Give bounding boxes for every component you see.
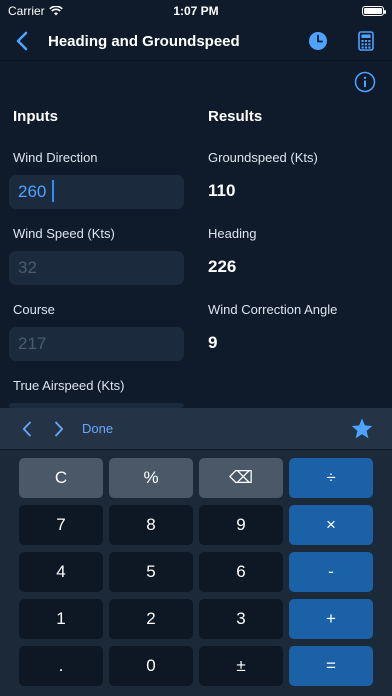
keyboard-toolbar: Done [0, 408, 392, 450]
calculator-keyboard: Done C % ⌫ ÷ 7 8 9 × 4 5 6 - 1 2 3 + . 0… [0, 408, 392, 696]
heading-value: 226 [208, 257, 237, 276]
eight-key[interactable]: 8 [109, 505, 193, 545]
backspace-key[interactable]: ⌫ [199, 458, 283, 498]
groundspeed-label: Groundspeed (Kts) [208, 150, 318, 165]
nav-divider [0, 60, 392, 61]
history-button[interactable] [302, 25, 334, 57]
done-button[interactable]: Done [82, 421, 113, 436]
info-button[interactable] [354, 71, 376, 93]
decimal-key[interactable]: . [19, 646, 103, 686]
wind-correction-value: 9 [208, 333, 218, 352]
status-right [362, 6, 386, 16]
heading-label: Heading [208, 226, 257, 241]
calculator-button[interactable] [350, 25, 382, 57]
info-icon [354, 71, 376, 93]
wifi-icon [48, 6, 63, 16]
wind-correction-label: Wind Correction Angle [208, 302, 338, 317]
previous-field-button[interactable] [16, 418, 38, 440]
wind-direction-label: Wind Direction [13, 150, 98, 165]
plus-minus-key[interactable]: ± [199, 646, 283, 686]
chevron-left-icon [16, 31, 28, 51]
clear-key[interactable]: C [19, 458, 103, 498]
clock-icon [309, 32, 327, 50]
carrier-label: Carrier [8, 4, 45, 18]
course-label: Course [13, 302, 55, 317]
status-bar: Carrier 1:07 PM [0, 0, 392, 22]
back-button[interactable] [10, 27, 34, 55]
wind-speed-label: Wind Speed (Kts) [13, 226, 115, 241]
three-key[interactable]: 3 [199, 599, 283, 639]
course-input[interactable] [9, 327, 184, 361]
next-field-button[interactable] [48, 418, 70, 440]
equals-key[interactable]: = [289, 646, 373, 686]
true-airspeed-label: True Airspeed (Kts) [13, 378, 125, 393]
nine-key[interactable]: 9 [199, 505, 283, 545]
five-key[interactable]: 5 [109, 552, 193, 592]
two-key[interactable]: 2 [109, 599, 193, 639]
results-title: Results [208, 108, 263, 125]
multiply-key[interactable]: × [289, 505, 373, 545]
favorite-button[interactable] [350, 417, 374, 441]
star-icon [351, 418, 373, 439]
zero-key[interactable]: 0 [109, 646, 193, 686]
wind-direction-input[interactable] [9, 175, 184, 209]
plus-key[interactable]: + [289, 599, 373, 639]
wind-speed-input[interactable] [9, 251, 184, 285]
four-key[interactable]: 4 [19, 552, 103, 592]
chevron-left-icon [22, 421, 31, 436]
chevron-right-icon [55, 421, 64, 436]
divide-key[interactable]: ÷ [289, 458, 373, 498]
text-cursor [52, 180, 54, 202]
minus-key[interactable]: - [289, 552, 373, 592]
groundspeed-value: 110 [208, 181, 236, 200]
one-key[interactable]: 1 [19, 599, 103, 639]
navigation-bar: Heading and Groundspeed [0, 22, 392, 60]
percent-key[interactable]: % [109, 458, 193, 498]
six-key[interactable]: 6 [199, 552, 283, 592]
calculator-icon [358, 31, 374, 51]
inputs-title: Inputs [13, 108, 58, 125]
seven-key[interactable]: 7 [19, 505, 103, 545]
battery-icon [362, 6, 386, 16]
page-title: Heading and Groundspeed [48, 32, 240, 50]
status-left: Carrier [8, 4, 63, 18]
